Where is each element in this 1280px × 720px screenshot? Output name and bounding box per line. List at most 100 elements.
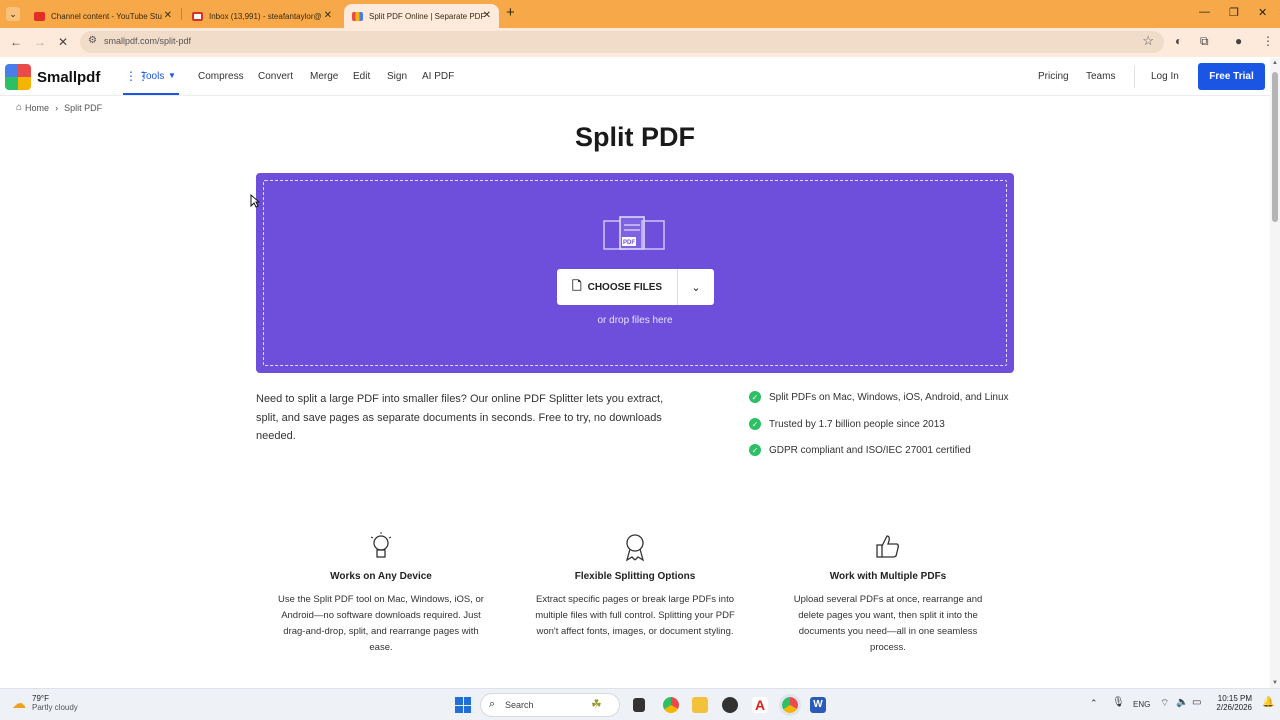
- restore-icon[interactable]: ❐: [1229, 6, 1239, 19]
- clock-date: 2/26/2026: [1216, 703, 1252, 712]
- close-window-icon[interactable]: ✕: [1258, 6, 1267, 19]
- pdf-documents-icon: PDF: [603, 216, 665, 250]
- choose-files-label: CHOOSE FILES: [587, 281, 663, 293]
- tools-menu[interactable]: ⋮⋮ Tools ▼: [123, 58, 179, 95]
- check-circle-icon: ✓: [749, 418, 761, 430]
- scroll-up-icon[interactable]: ▲: [1272, 60, 1278, 66]
- chrome-icon[interactable]: [663, 697, 679, 713]
- smallpdf-logo[interactable]: Smallpdf: [5, 64, 100, 90]
- check-item: ✓ Trusted by 1.7 billion people since 20…: [749, 418, 945, 430]
- notification-bell-icon[interactable]: 🔔: [1262, 697, 1274, 708]
- free-trial-button[interactable]: Free Trial: [1198, 63, 1265, 90]
- forward-icon[interactable]: →: [34, 35, 46, 49]
- tools-label: Tools: [141, 71, 165, 82]
- nav-edit[interactable]: Edit: [353, 71, 370, 82]
- choose-files-main[interactable]: 🗋 CHOOSE FILES: [557, 269, 678, 305]
- stop-loading-icon[interactable]: ✕: [58, 35, 68, 49]
- choose-files-button[interactable]: 🗋 CHOOSE FILES ⌄: [557, 269, 714, 305]
- feature-title: Flexible Splitting Options: [574, 571, 696, 582]
- browser-menu-icon[interactable]: ⋮: [1262, 34, 1274, 48]
- breadcrumb-separator-icon: ›: [55, 102, 59, 113]
- wifi-icon[interactable]: ⌔: [1160, 697, 1169, 710]
- extension-icon[interactable]: ◐: [1175, 34, 1182, 48]
- check-circle-icon: ✓: [749, 444, 761, 456]
- logo-text: Smallpdf: [37, 68, 101, 86]
- acrobat-icon[interactable]: A: [752, 697, 768, 713]
- battery-icon[interactable]: ▭: [1192, 697, 1201, 708]
- nav-merge[interactable]: Merge: [310, 71, 338, 82]
- url-text: smallpdf.com/split-pdf: [104, 36, 192, 46]
- close-tab-icon[interactable]: ✕: [483, 10, 491, 21]
- chrome-active-icon[interactable]: [779, 694, 801, 716]
- check-circle-icon: ✓: [749, 391, 761, 403]
- nav-compress[interactable]: Compress: [198, 71, 244, 82]
- back-icon[interactable]: ←: [10, 35, 22, 49]
- start-button[interactable]: [455, 697, 471, 713]
- volume-icon[interactable]: 🔈: [1176, 697, 1188, 708]
- search-label: Search: [505, 700, 534, 710]
- gmail-icon: [192, 11, 203, 21]
- scrollbar-thumb[interactable]: [1272, 72, 1278, 222]
- logo-mark-icon: [5, 64, 31, 90]
- word-icon[interactable]: W: [810, 697, 826, 713]
- clock[interactable]: 10:15 PM 2/26/2026: [1214, 694, 1252, 712]
- svg-text:PDF: PDF: [623, 240, 635, 246]
- tab-youtube-studio[interactable]: Channel content - YouTube Stu ✕: [26, 4, 180, 28]
- new-tab-button[interactable]: +: [506, 4, 515, 21]
- breadcrumb-home[interactable]: Home: [25, 103, 49, 113]
- close-tab-icon[interactable]: ✕: [164, 10, 172, 21]
- scroll-down-icon[interactable]: ▼: [1272, 680, 1278, 686]
- check-text: Split PDFs on Mac, Windows, iOS, Android…: [769, 391, 1009, 403]
- nav-pricing[interactable]: Pricing: [1038, 71, 1069, 82]
- address-bar[interactable]: ⚙ smallpdf.com/split-pdf ☆: [80, 31, 1164, 53]
- partly-cloudy-icon: ☁: [12, 694, 26, 711]
- check-item: ✓ GDPR compliant and ISO/IEC 27001 certi…: [749, 444, 971, 456]
- microphone-icon[interactable]: 🎙: [1112, 697, 1125, 708]
- search-highlight-icon: ☘: [591, 697, 602, 711]
- feature-card: Work with Multiple PDFs Upload several P…: [783, 530, 993, 656]
- address-row: ← → ✕ ⚙ smallpdf.com/split-pdf ☆ ◐ ⧉ ● ⋮: [0, 28, 1280, 57]
- tab-split-pdf[interactable]: Split PDF Online | Separate PDF ✕: [344, 4, 499, 28]
- media-app-icon[interactable]: [722, 697, 738, 713]
- breadcrumb: ⌂ Home › Split PDF: [16, 102, 102, 113]
- feature-text: Use the Split PDF tool on Mac, Windows, …: [278, 594, 484, 653]
- site-info-icon[interactable]: ⚙: [88, 35, 97, 46]
- bookmark-star-icon[interactable]: ☆: [1142, 33, 1154, 49]
- page-title: Split PDF: [575, 122, 695, 152]
- taskbar-search[interactable]: ⌕ Search ☘: [480, 693, 620, 717]
- drop-hint: or drop files here: [597, 315, 673, 326]
- check-text: Trusted by 1.7 billion people since 2013: [769, 418, 945, 430]
- chevron-down-icon[interactable]: ⌄: [678, 281, 714, 294]
- check-text: GDPR compliant and ISO/IEC 27001 certifi…: [769, 444, 971, 456]
- close-tab-icon[interactable]: ✕: [324, 10, 332, 21]
- extensions-puzzle-icon[interactable]: ⧉: [1200, 34, 1209, 49]
- feature-card: Works on Any Device Use the Split PDF to…: [276, 530, 486, 656]
- tab-gmail-inbox[interactable]: Inbox (13,991) - steafantaylor@ ✕: [184, 4, 340, 28]
- feature-text: Extract specific pages or break large PD…: [535, 594, 735, 637]
- browser-tab-bar: ⌄ Channel content - YouTube Stu ✕ Inbox …: [0, 0, 1280, 28]
- language-indicator[interactable]: ENG: [1133, 700, 1150, 709]
- breadcrumb-current: Split PDF: [64, 102, 103, 113]
- nav-convert[interactable]: Convert: [258, 71, 293, 82]
- weather-temp: 79°F: [32, 694, 49, 703]
- windows-taskbar: ☁ 79°F Partly cloudy ⌕ Search ☘ A W ⌃ 🎙 …: [0, 688, 1280, 720]
- home-icon: ⌂: [16, 102, 23, 113]
- login-link[interactable]: Log In: [1151, 71, 1179, 82]
- feature-title: Works on Any Device: [330, 571, 432, 582]
- weather-widget[interactable]: ☁ 79°F Partly cloudy: [12, 694, 78, 712]
- tab-list-menu-icon[interactable]: ⌄: [6, 7, 20, 21]
- feature-text: Upload several PDFs at once, rearrange a…: [793, 594, 983, 653]
- nav-teams[interactable]: Teams: [1086, 71, 1115, 82]
- file-explorer-icon[interactable]: [692, 697, 708, 713]
- thumbs-up-icon: [783, 530, 993, 564]
- nav-sign[interactable]: Sign: [387, 71, 407, 82]
- page-scrollbar[interactable]: ▲ ▼: [1270, 58, 1280, 688]
- search-icon: ⌕: [489, 698, 496, 710]
- profile-icon[interactable]: ●: [1235, 34, 1242, 48]
- tray-overflow-icon[interactable]: ⌃: [1090, 698, 1098, 709]
- smallpdf-favicon-icon: [352, 11, 363, 21]
- nav-ai-pdf[interactable]: AI PDF: [422, 71, 454, 82]
- tab-title: Channel content - YouTube Stu: [51, 11, 162, 21]
- minimize-icon[interactable]: —: [1199, 6, 1210, 18]
- task-view-icon[interactable]: [633, 698, 645, 712]
